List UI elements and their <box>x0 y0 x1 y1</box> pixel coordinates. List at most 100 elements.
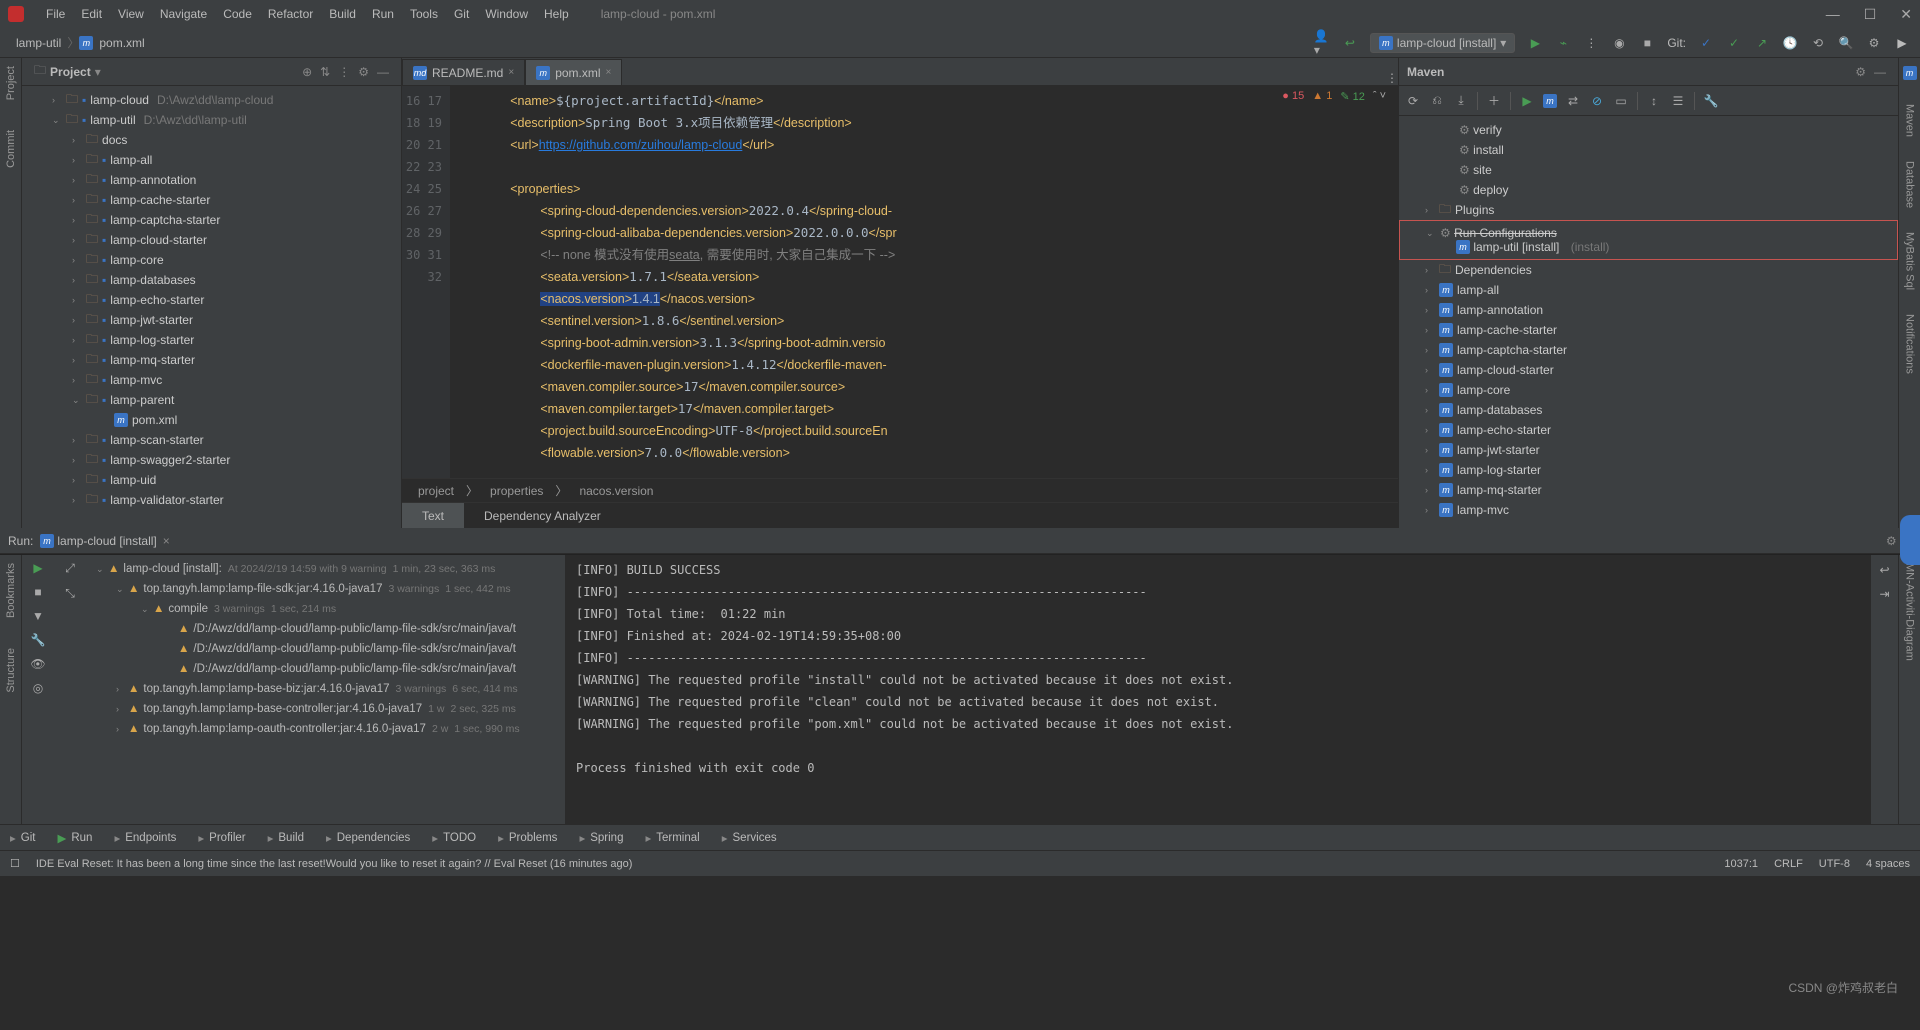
debug-icon[interactable]: ⌁ <box>1555 35 1571 51</box>
sub-tab-dep-analyzer[interactable]: Dependency Analyzer <box>464 503 621 528</box>
bottom-tab-endpoints[interactable]: ▸Endpoints <box>114 831 176 845</box>
maven-module-lamp-mq-starter[interactable]: ›mlamp-mq-starter <box>1399 480 1898 500</box>
run-filter-icon[interactable]: ▼ <box>32 609 44 623</box>
menu-tools[interactable]: Tools <box>402 5 446 23</box>
maven-hide-icon[interactable]: — <box>1870 65 1890 79</box>
run-icon[interactable]: ▶ <box>1527 35 1543 51</box>
bottom-tab-todo[interactable]: ▸TODO <box>432 831 476 845</box>
maven-lifecycle-verify[interactable]: ⚙ verify <box>1399 120 1898 140</box>
bottom-tab-run[interactable]: ▶Run <box>57 831 92 845</box>
collapse-icon[interactable]: ⤡ <box>65 586 75 601</box>
maven-module-lamp-mvc[interactable]: ›mlamp-mvc <box>1399 500 1898 520</box>
maven-goal-icon[interactable]: m <box>1543 94 1557 108</box>
maven-module-lamp-captcha-starter[interactable]: ›mlamp-captcha-starter <box>1399 340 1898 360</box>
caret-position[interactable]: 1037:1 <box>1724 858 1758 870</box>
maximize-icon[interactable]: ☐ <box>1864 6 1877 23</box>
maven-module-lamp-cache-starter[interactable]: ›mlamp-cache-starter <box>1399 320 1898 340</box>
ide-logo-icon[interactable]: ▶ <box>1894 35 1910 51</box>
tree-item-lamp-scan-starter[interactable]: ›🗀▪lamp-scan-starter <box>22 430 401 450</box>
tree-item-lamp-mq-starter[interactable]: ›🗀▪lamp-mq-starter <box>22 350 401 370</box>
menu-build[interactable]: Build <box>321 5 364 23</box>
run-tree-item[interactable]: ▲/D:/Awz/dd/lamp-cloud/lamp-public/lamp-… <box>86 619 565 639</box>
tree-item-lamp-captcha-starter[interactable]: ›🗀▪lamp-captcha-starter <box>22 210 401 230</box>
bottom-tab-git[interactable]: ▸Git <box>10 831 35 845</box>
run-tree-item[interactable]: ▲/D:/Awz/dd/lamp-cloud/lamp-public/lamp-… <box>86 639 565 659</box>
tree-item-lamp-echo-starter[interactable]: ›🗀▪lamp-echo-starter <box>22 290 401 310</box>
git-push-icon[interactable]: ↗ <box>1754 35 1770 51</box>
maven-lifecycle-install[interactable]: ⚙ install <box>1399 140 1898 160</box>
maven-show-options-icon[interactable]: ☰ <box>1670 93 1686 109</box>
more-actions-icon[interactable]: ⋮ <box>1583 35 1599 51</box>
menu-navigate[interactable]: Navigate <box>152 5 215 23</box>
tree-item-lamp-util[interactable]: ⌄🗀▪lamp-utilD:\Awz\dd\lamp-util <box>22 110 401 130</box>
bottom-tab-services[interactable]: ▸Services <box>722 831 777 845</box>
run-tree-item[interactable]: ›▲top.tangyh.lamp:lamp-base-controller:j… <box>86 699 565 719</box>
right-maven-icon[interactable]: m <box>1903 66 1917 80</box>
soft-wrap-icon[interactable]: ↩ <box>1879 563 1889 577</box>
tree-item-lamp-annotation[interactable]: ›🗀▪lamp-annotation <box>22 170 401 190</box>
tree-item-lamp-parent[interactable]: ⌄🗀▪lamp-parent <box>22 390 401 410</box>
left-tool-commit[interactable]: Commit <box>5 130 17 168</box>
project-tree[interactable]: ›🗀▪lamp-cloudD:\Awz\dd\lamp-cloud⌄🗀▪lamp… <box>22 86 401 528</box>
stop-icon[interactable]: ■ <box>1639 35 1655 51</box>
maven-box-icon[interactable]: ▭ <box>1613 93 1629 109</box>
editor-tab-pom.xml[interactable]: mpom.xml× <box>525 59 622 85</box>
editor-tab-README.md[interactable]: mdREADME.md× <box>402 59 525 85</box>
breadcrumb-root[interactable]: lamp-util <box>10 36 67 50</box>
maven-lifecycle-site[interactable]: ⚙ site <box>1399 160 1898 180</box>
status-notification-icon[interactable]: ☐ <box>10 857 20 870</box>
tree-item-lamp-cloud[interactable]: ›🗀▪lamp-cloudD:\Awz\dd\lamp-cloud <box>22 90 401 110</box>
expand-all-icon[interactable]: ⇅ <box>316 65 334 79</box>
run-tree-item[interactable]: ⌄▲lamp-cloud [install]:At 2024/2/19 14:5… <box>86 559 565 579</box>
gear-icon[interactable]: ⚙ <box>354 65 373 79</box>
maven-skip-tests-icon[interactable]: ⊘ <box>1589 93 1605 109</box>
bottom-tab-dependencies[interactable]: ▸Dependencies <box>326 831 410 845</box>
git-update-icon[interactable]: ✓ <box>1698 35 1714 51</box>
maven-module-lamp-echo-starter[interactable]: ›mlamp-echo-starter <box>1399 420 1898 440</box>
tree-item-lamp-jwt-starter[interactable]: ›🗀▪lamp-jwt-starter <box>22 310 401 330</box>
maven-settings-icon[interactable]: ⚙ <box>1851 65 1870 79</box>
git-history-icon[interactable]: 🕓 <box>1782 35 1798 51</box>
run-tree-item[interactable]: ⌄▲compile3 warnings1 sec, 214 ms <box>86 599 565 619</box>
bottom-tab-profiler[interactable]: ▸Profiler <box>198 831 245 845</box>
bottom-tab-terminal[interactable]: ▸Terminal <box>645 831 699 845</box>
stop-run-icon[interactable]: ■ <box>34 585 41 599</box>
maven-module-lamp-annotation[interactable]: ›mlamp-annotation <box>1399 300 1898 320</box>
menu-view[interactable]: View <box>110 5 152 23</box>
tree-item-lamp-databases[interactable]: ›🗀▪lamp-databases <box>22 270 401 290</box>
scroll-end-icon[interactable]: ⇥ <box>1879 587 1889 601</box>
tree-item-docs[interactable]: ›🗀docs <box>22 130 401 150</box>
maven-download-icon[interactable]: ⤓ <box>1453 93 1469 109</box>
maven-collapse-icon[interactable]: ↕ <box>1646 93 1662 109</box>
tree-item-lamp-cloud-starter[interactable]: ›🗀▪lamp-cloud-starter <box>22 230 401 250</box>
tree-item-lamp-log-starter[interactable]: ›🗀▪lamp-log-starter <box>22 330 401 350</box>
tree-item-lamp-swagger2-starter[interactable]: ›🗀▪lamp-swagger2-starter <box>22 450 401 470</box>
maven-toggle-offline-icon[interactable]: ⇄ <box>1565 93 1581 109</box>
edge-tab-icon[interactable] <box>1900 515 1920 565</box>
menu-run[interactable]: Run <box>364 5 402 23</box>
maven-reload-icon[interactable]: ⟳ <box>1405 93 1421 109</box>
maven-module-lamp-databases[interactable]: ›mlamp-databases <box>1399 400 1898 420</box>
status-message[interactable]: IDE Eval Reset: It has been a long time … <box>36 858 633 870</box>
settings-icon[interactable]: ⚙ <box>1866 35 1882 51</box>
maven-module-lamp-core[interactable]: ›mlamp-core <box>1399 380 1898 400</box>
menu-window[interactable]: Window <box>477 5 536 23</box>
expand-icon[interactable]: ⤢ <box>65 561 75 576</box>
git-rollback-icon[interactable]: ⟲ <box>1810 35 1826 51</box>
console-output[interactable]: [INFO] BUILD SUCCESS [INFO] ------------… <box>566 555 1870 824</box>
maven-module-lamp-all[interactable]: ›mlamp-all <box>1399 280 1898 300</box>
bottom-tab-build[interactable]: ▸Build <box>268 831 304 845</box>
user-icon[interactable]: 👤▾ <box>1314 35 1330 51</box>
run-tree-item[interactable]: ⌄▲top.tangyh.lamp:lamp-file-sdk:jar:4.16… <box>86 579 565 599</box>
eye-icon[interactable]: 👁 <box>30 657 45 671</box>
file-encoding[interactable]: UTF-8 <box>1819 858 1850 870</box>
run-tree-item[interactable]: ›▲top.tangyh.lamp:lamp-oauth-controller:… <box>86 719 565 739</box>
bottom-tab-problems[interactable]: ▸Problems <box>498 831 557 845</box>
maven-run-configurations[interactable]: ⌄⚙ Run Configurations m lamp-util [insta… <box>1399 220 1898 260</box>
run-tree-item[interactable]: ›▲top.tangyh.lamp:lamp-base-biz:jar:4.16… <box>86 679 565 699</box>
close-icon[interactable]: ✕ <box>1900 6 1912 23</box>
code-editor[interactable]: <name>${project.artifactId}</name> <desc… <box>450 86 1398 478</box>
tree-item-lamp-mvc[interactable]: ›🗀▪lamp-mvc <box>22 370 401 390</box>
tree-item-pom.xml[interactable]: mpom.xml <box>22 410 401 430</box>
wrench-icon[interactable]: 🔧 <box>31 633 46 647</box>
